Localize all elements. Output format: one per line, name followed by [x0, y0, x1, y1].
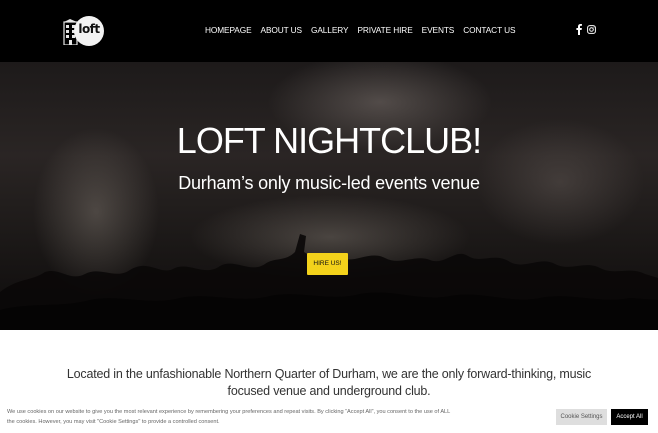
logo-badge: loft: [74, 16, 104, 46]
nav-private-hire[interactable]: PRIVATE HIRE: [357, 25, 412, 35]
accept-all-button[interactable]: Accept All: [611, 409, 648, 425]
nav-contact-us[interactable]: CONTACT US: [463, 25, 515, 35]
hero-subtitle: Durham’s only music-led events venue: [178, 173, 480, 193]
cookie-message: We use cookies on our website to give yo…: [7, 409, 451, 425]
cookie-settings-button[interactable]: Cookie Settings: [556, 409, 607, 425]
logo-text: loft: [78, 22, 100, 36]
nav-about-us[interactable]: ABOUT US: [261, 25, 303, 35]
hero-title: LOFT NIGHTCLUB!: [176, 120, 482, 161]
hire-us-button[interactable]: HIRE US!: [307, 253, 348, 275]
facebook-icon[interactable]: [576, 24, 582, 35]
logo[interactable]: loft: [63, 15, 104, 49]
hero-banner: LOFT NIGHTCLUB! Durham’s only music-led …: [0, 62, 658, 330]
crowd-silhouette: [0, 234, 658, 330]
main-nav: HOMEPAGE ABOUT US GALLERY PRIVATE HIRE E…: [205, 25, 524, 35]
nav-homepage[interactable]: HOMEPAGE: [205, 25, 252, 35]
instagram-icon[interactable]: [587, 25, 596, 34]
nav-events[interactable]: EVENTS: [422, 25, 455, 35]
social-links: [576, 24, 596, 35]
intro-text: Located in the unfashionable Northern Qu…: [66, 367, 592, 398]
nav-gallery[interactable]: GALLERY: [311, 25, 349, 35]
site-header: loft HOMEPAGE ABOUT US GALLERY PRIVATE H…: [0, 0, 658, 62]
